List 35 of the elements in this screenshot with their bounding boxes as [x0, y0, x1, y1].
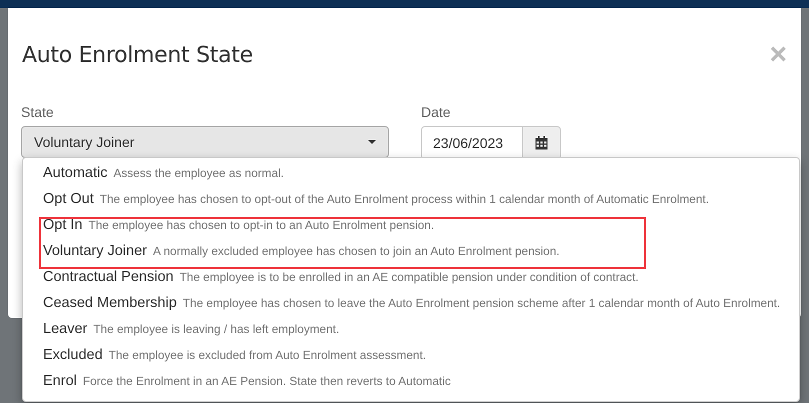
option-description: The employee has chosen to opt-in to an Auto Enrolment pension.: [88, 218, 434, 232]
option-label: Voluntary Joiner: [43, 243, 147, 259]
state-select[interactable]: Voluntary Joiner: [21, 126, 389, 158]
calendar-button[interactable]: [523, 126, 561, 160]
dropdown-option[interactable]: Automatic Assess the employee as normal.: [23, 165, 799, 191]
option-label: Contractual Pension: [43, 269, 174, 285]
dropdown-option[interactable]: Voluntary Joiner A normally excluded employee has chosen to join an Auto Enrolment pension.: [23, 243, 799, 269]
option-description: The employee is leaving / has left employment.: [93, 322, 340, 336]
option-description: The employee is excluded from Auto Enrolment assessment.: [108, 348, 426, 362]
option-label: Leaver: [43, 321, 88, 337]
option-label: Ceased Membership: [43, 295, 177, 311]
dropdown-option[interactable]: Opt In The employee has chosen to opt-in to an Auto Enrolment pension.: [23, 217, 799, 243]
dialog-title: Auto Enrolment State: [22, 42, 253, 68]
field-label: Date: [421, 104, 452, 120]
dropdown-option[interactable]: Excluded The employee is excluded from Auto Enrolment assessment.: [23, 347, 799, 373]
option-description: Force the Enrolment in an AE Pension. State then reverts to Automatic: [82, 374, 451, 388]
option-description: The employee has chosen to opt-out of the Auto Enrolment process within 1 calendar month of Automatic Enrolment.: [100, 192, 709, 206]
dropdown-option[interactable]: Contractual Pension The employee is to be enrolled in an AE compatible pension under condition of contract.: [23, 269, 799, 295]
option-label: Automatic: [43, 165, 108, 181]
dropdown-option[interactable]: Ceased Membership The employee has chosen to leave the Auto Enrolment pension scheme after 1 calendar month of Auto Enrolment.: [23, 295, 799, 321]
option-label: Opt Out: [43, 191, 94, 207]
option-description: Assess the employee as normal.: [113, 166, 284, 180]
caret-icon: [368, 140, 376, 144]
option-label: Excluded: [43, 347, 103, 363]
option-description: The employee is to be enrolled in an AE compatible pension under condition of contract.: [180, 270, 639, 284]
calendar-icon: [535, 136, 548, 150]
option-label: Opt In: [43, 217, 82, 233]
dropdown-option[interactable]: Enrol Force the Enrolment in an AE Pension. State then reverts to Automatic: [23, 373, 799, 399]
option-description: A normally excluded employee has chosen to join an Auto Enrolment pension.: [152, 244, 560, 258]
field-label: State: [21, 104, 55, 120]
option-label: Enrol: [43, 373, 77, 389]
option-description: The employee has chosen to leave the Auto Enrolment pension scheme after 1 calendar month of Auto Enrolment.: [182, 296, 780, 310]
dropdown-option[interactable]: Leaver The employee is leaving / has left employment.: [23, 321, 799, 347]
date-field[interactable]: 23/06/2023: [421, 126, 523, 160]
dropdown-option[interactable]: Opt Out The employee has chosen to opt-out of the Auto Enrolment process within 1 calendar month of Automatic Enrolment.: [23, 191, 799, 217]
